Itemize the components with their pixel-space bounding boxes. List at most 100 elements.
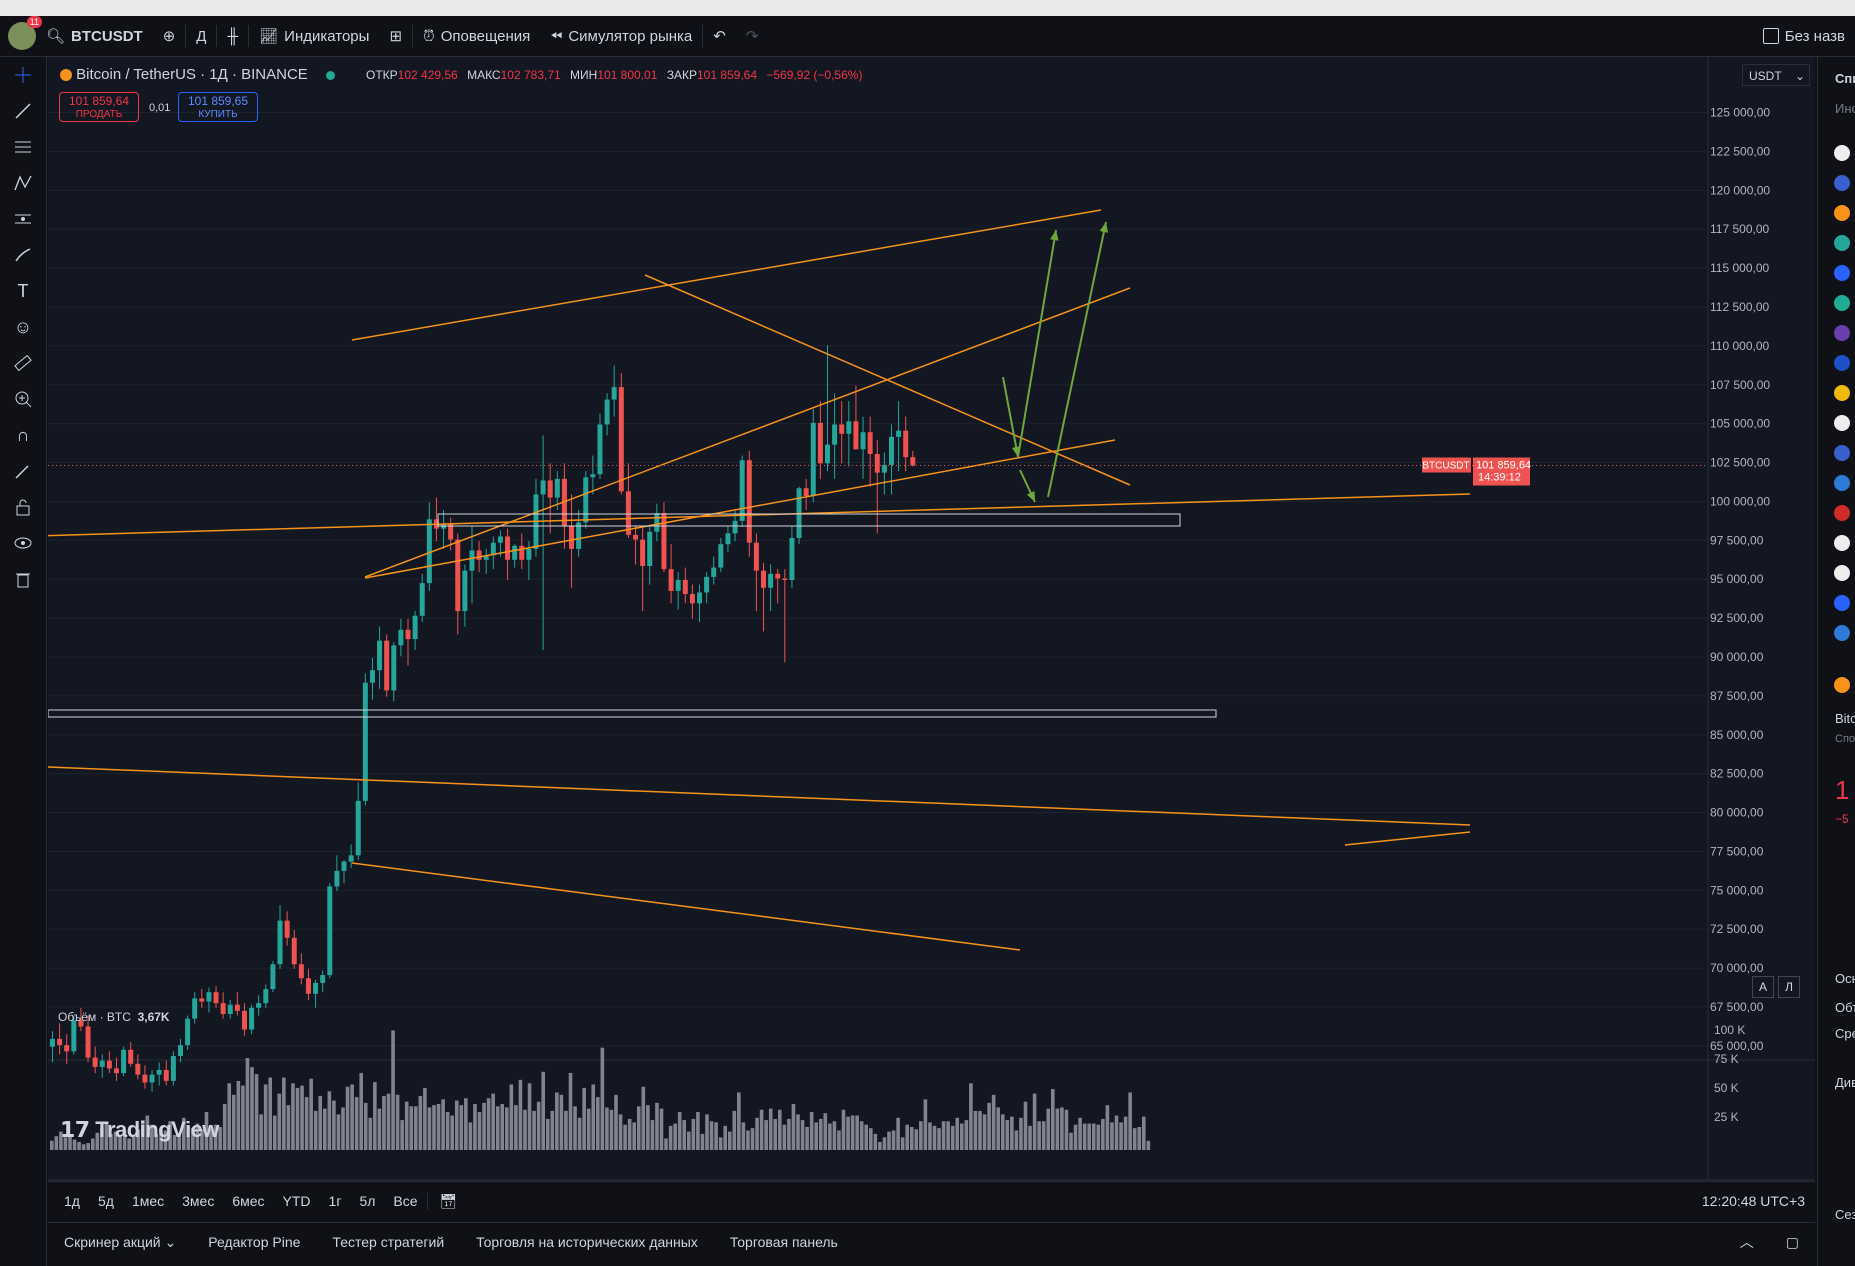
buy-button[interactable]: 101 859,65 КУПИТЬ	[178, 92, 258, 122]
y-tick-label: 100 000,00	[1710, 494, 1770, 508]
watchlist-item-usd-icon[interactable]	[1834, 145, 1850, 161]
compare-button[interactable]: ⊕	[153, 16, 186, 56]
interval-button[interactable]: Д	[186, 16, 216, 56]
zoom-tool[interactable]	[0, 381, 46, 417]
candle-body	[711, 567, 717, 577]
chart-canvas[interactable]: 125 000,00 122 500,00 120 000,00 117 500,00…	[0, 57, 1815, 1220]
volume-bar	[800, 1120, 805, 1150]
volume-bar	[363, 1102, 368, 1150]
volume-legend[interactable]: Объём · BTC 3,67K	[58, 1010, 170, 1024]
volume-bar	[86, 1143, 90, 1150]
range-5d[interactable]: 5д	[89, 1193, 123, 1209]
tab-screener[interactable]: Скринер акций ⌄	[48, 1234, 192, 1251]
replay-button[interactable]: ⏪︎ Симулятор рынка	[540, 16, 702, 56]
maximize-panel-button[interactable]: ▢	[1770, 1234, 1815, 1251]
volume-bar	[414, 1106, 418, 1150]
range-3m[interactable]: 3мес	[173, 1193, 223, 1209]
layout-name-button[interactable]: Без назв	[1753, 16, 1855, 56]
lock-tool[interactable]	[0, 489, 46, 525]
watchlist-item-15-icon[interactable]	[1834, 625, 1850, 641]
symbol-legend[interactable]: Bitcoin / TetherUS · 1Д · BINANCE	[60, 66, 335, 83]
volume-bar	[386, 1093, 391, 1150]
alerts-button[interactable]: ⏰︎ Оповещения	[413, 16, 540, 56]
watchlist-item-4-icon[interactable]	[1834, 295, 1850, 311]
tab-pine-editor[interactable]: Редактор Pine	[192, 1234, 316, 1250]
watchlist-item-eth-icon[interactable]	[1834, 415, 1850, 431]
indicators-button[interactable]: 📈︎ Индикаторы	[249, 16, 379, 56]
watchlist-item-5-icon[interactable]	[1834, 325, 1850, 341]
lock-drawings-tool[interactable]	[0, 453, 46, 489]
volume-bar	[673, 1123, 677, 1150]
watchlist-item-ltc-icon[interactable]	[1834, 265, 1850, 281]
indicators-icon: 📈︎	[259, 28, 279, 45]
prediction-tool[interactable]	[0, 201, 46, 237]
watchlist-item-usdt-icon[interactable]	[1834, 235, 1850, 251]
range-bar: 1д 5д 1мес 3мес 6мес YTD 1г 5л Все 📅︎ 12…	[48, 1181, 1815, 1220]
projection-arrowhead	[1050, 230, 1059, 241]
hide-tool[interactable]	[0, 525, 46, 561]
tab-strategy-tester[interactable]: Тестер стратегий	[316, 1234, 460, 1250]
range-5y[interactable]: 5л	[350, 1193, 384, 1209]
watchlist-item-rub-icon[interactable]	[1834, 175, 1850, 191]
symbol-search[interactable]: 🔍︎ BTCUSDT	[36, 16, 153, 56]
volume-bar	[400, 1120, 404, 1150]
currency-select[interactable]: USDT ⌄	[1742, 64, 1810, 86]
text-tool[interactable]: T	[0, 273, 46, 309]
watchlist-title[interactable]: Спи	[1835, 71, 1855, 86]
trendline-tool[interactable]	[0, 93, 46, 129]
candle-body	[476, 550, 482, 560]
chart-area[interactable]: 125 000,00 122 500,00 120 000,00 117 500,00…	[0, 57, 1815, 1220]
redo-button[interactable]: ↷	[736, 16, 769, 56]
candle-body	[903, 430, 909, 458]
watchlist-item-14-icon[interactable]	[1834, 595, 1850, 611]
watchlist-item-apple-icon[interactable]	[1834, 565, 1850, 581]
templates-button[interactable]: ⊞	[379, 16, 412, 56]
volume-bar	[809, 1112, 814, 1150]
log-scale-button[interactable]: Л	[1778, 976, 1800, 998]
range-6m[interactable]: 6мес	[223, 1193, 273, 1209]
range-1m[interactable]: 1мес	[123, 1193, 173, 1209]
watchlist-item-9-icon[interactable]	[1834, 445, 1850, 461]
volume-bar	[682, 1120, 687, 1150]
undo-button[interactable]: ↶	[703, 16, 736, 56]
auto-scale-button[interactable]: A	[1752, 976, 1774, 998]
pattern-tool[interactable]	[0, 165, 46, 201]
watchlist-item-11-icon[interactable]	[1834, 505, 1850, 521]
watchlist-item-6-icon[interactable]	[1834, 355, 1850, 371]
range-1d[interactable]: 1д	[48, 1193, 89, 1209]
crosshair-tool[interactable]	[0, 57, 46, 93]
collapse-panel-button[interactable]: ︿	[1724, 1232, 1770, 1252]
bottom-panel-tabs: Скринер акций ⌄ Редактор Pine Тестер стр…	[48, 1222, 1815, 1261]
candle-body	[227, 1004, 233, 1014]
watchlist-item-12-icon[interactable]	[1834, 535, 1850, 551]
emoji-tool[interactable]: ☺	[0, 309, 46, 345]
clock[interactable]: 12:20:48 UTC+3	[1702, 1193, 1805, 1209]
interval-label: Д	[196, 27, 207, 45]
range-all[interactable]: Все	[384, 1193, 426, 1209]
date-range-button[interactable]: 📅︎	[426, 1192, 467, 1210]
chart-type-button[interactable]: ╫	[217, 16, 248, 56]
crosshair-icon	[15, 67, 31, 83]
watchlist-item-bnb-icon[interactable]	[1834, 385, 1850, 401]
watchlist-item-10-icon[interactable]	[1834, 475, 1850, 491]
brush-tool[interactable]	[0, 237, 46, 273]
tab-replay-trading[interactable]: Торговля на исторических данных	[460, 1234, 714, 1250]
volume-bar	[1005, 1120, 1010, 1150]
tab-trading-panel[interactable]: Торговая панель	[714, 1234, 854, 1250]
fib-tool[interactable]	[0, 129, 46, 165]
replay-label: Симулятор рынка	[568, 27, 693, 45]
candle-body	[199, 998, 205, 1002]
drawing-toolbar: T ☺ ∩	[0, 57, 47, 1266]
volume-bar	[896, 1117, 900, 1150]
avatar[interactable]: 11	[8, 16, 42, 50]
ruler-tool[interactable]	[0, 345, 46, 381]
watchlist-item-btc-icon[interactable]	[1834, 205, 1850, 221]
candle-body	[298, 964, 304, 979]
candle-body	[177, 1045, 183, 1056]
range-1y[interactable]: 1г	[320, 1193, 351, 1209]
magnet-tool[interactable]: ∩	[0, 417, 46, 453]
range-ytd[interactable]: YTD	[274, 1193, 320, 1209]
sell-button[interactable]: 101 859,64 ПРОДАТЬ	[59, 92, 139, 122]
delete-tool[interactable]	[0, 561, 46, 597]
volume-bar	[1032, 1093, 1037, 1150]
